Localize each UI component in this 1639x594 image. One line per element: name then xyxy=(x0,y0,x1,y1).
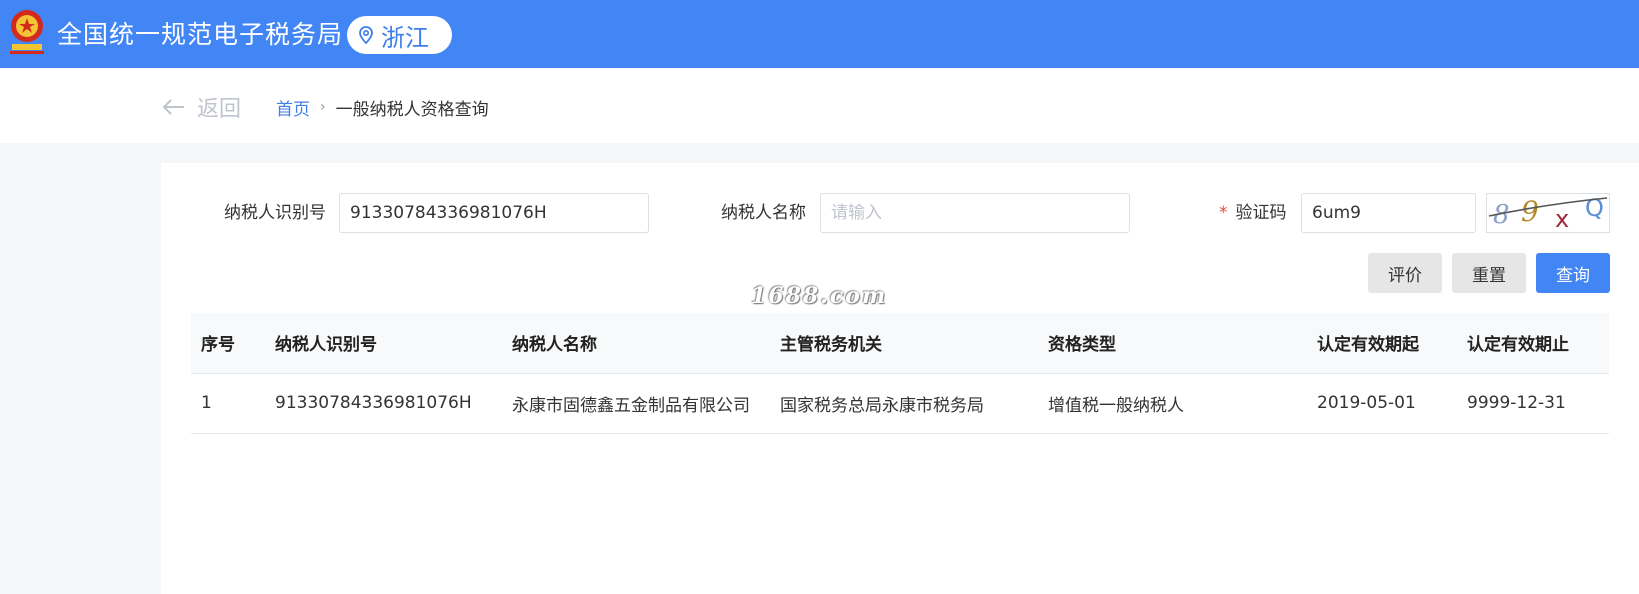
breadcrumb-current: 一般纳税人资格查询 xyxy=(335,99,489,120)
captcha-label: * 验证码 xyxy=(1219,193,1287,233)
captcha-image[interactable]: 8 9 x Q xyxy=(1486,193,1610,233)
site-title: 全国统一规范电子税务局 xyxy=(57,20,344,49)
location-pin-icon xyxy=(359,26,373,44)
table-cell: 1 xyxy=(191,373,265,434)
column-header: 主管税务机关 xyxy=(770,313,1038,374)
top-bar: 全国统一规范电子税务局 浙江 xyxy=(0,0,1639,68)
table-cell: 国家税务总局永康市税务局 xyxy=(770,373,1038,434)
column-header: 纳税人名称 xyxy=(502,313,770,374)
captcha-label-text: 验证码 xyxy=(1235,203,1287,223)
query-panel: 纳税人识别号 纳税人名称 * 验证码 8 9 x Q 评价 重置 查询 序号 纳税… xyxy=(161,163,1639,594)
tax-emblem-logo xyxy=(6,6,48,58)
region-selector[interactable]: 浙江 xyxy=(347,16,452,54)
table-cell: 91330784336981076H xyxy=(265,373,502,434)
column-header: 认定有效期起 xyxy=(1307,313,1457,374)
chevron-right-icon: › xyxy=(320,99,326,115)
taxpayer-name-input[interactable] xyxy=(820,193,1130,233)
column-header: 资格类型 xyxy=(1038,313,1307,374)
required-mark: * xyxy=(1219,203,1228,223)
column-header: 纳税人识别号 xyxy=(265,313,502,374)
back-button[interactable]: 返回 xyxy=(163,92,241,122)
query-button[interactable]: 查询 xyxy=(1536,253,1610,293)
table-cell: 增值税一般纳税人 xyxy=(1038,373,1307,434)
results-table: 序号 纳税人识别号 纳税人名称 主管税务机关 资格类型 认定有效期起 认定有效期… xyxy=(191,313,1609,434)
nav-bar: 返回 首页 › 一般纳税人资格查询 xyxy=(0,68,1639,143)
arrow-left-icon xyxy=(163,99,184,115)
table-header-row: 序号 纳税人识别号 纳税人名称 主管税务机关 资格类型 认定有效期起 认定有效期… xyxy=(191,313,1609,374)
region-label: 浙江 xyxy=(381,23,429,52)
svg-text:x: x xyxy=(1555,205,1569,232)
breadcrumb-home-link[interactable]: 首页 xyxy=(276,95,310,120)
table-cell: 永康市固德鑫五金制品有限公司 xyxy=(502,373,770,434)
back-label: 返回 xyxy=(197,97,242,122)
column-header: 认定有效期止 xyxy=(1457,313,1609,374)
column-header: 序号 xyxy=(191,313,265,374)
taxpayer-name-label: 纳税人名称 xyxy=(721,203,806,223)
svg-text:9: 9 xyxy=(1521,195,1539,228)
reset-button[interactable]: 重置 xyxy=(1452,253,1526,293)
watermark: 1688.com xyxy=(751,283,888,309)
table-cell: 9999-12-31 xyxy=(1457,373,1609,434)
table-row: 1 91330784336981076H 永康市固德鑫五金制品有限公司 国家税务… xyxy=(191,373,1609,434)
taxpayer-id-label: 纳税人识别号 xyxy=(224,203,326,223)
evaluate-button[interactable]: 评价 xyxy=(1368,253,1442,293)
breadcrumb: 首页 › 一般纳税人资格查询 xyxy=(276,94,489,120)
taxpayer-id-input[interactable] xyxy=(339,193,649,233)
table-cell: 2019-05-01 xyxy=(1307,373,1457,434)
captcha-input[interactable] xyxy=(1301,193,1476,233)
